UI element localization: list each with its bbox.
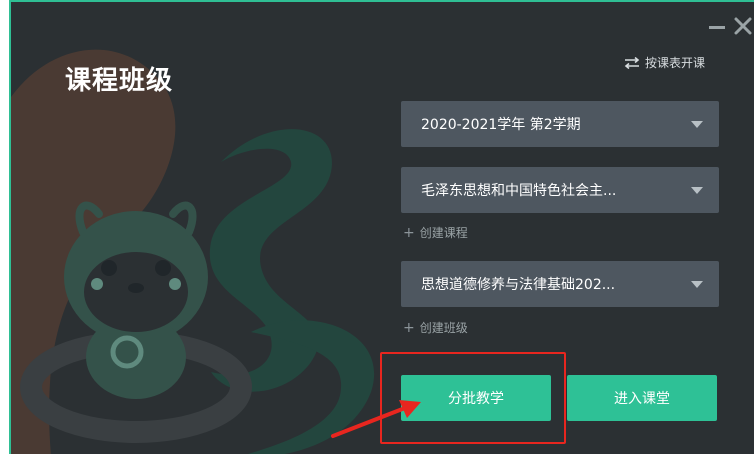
page-title: 课程班级: [65, 66, 174, 96]
plus-icon: +: [403, 319, 415, 336]
class-select[interactable]: 思想道德修养与法律基础202...: [401, 261, 719, 307]
switch-link-label: 按课表开课: [645, 56, 706, 70]
class-select-value: 思想道德修养与法律基础202...: [421, 277, 616, 293]
course-select-value: 毛泽东思想和中国特色社会主...: [421, 183, 617, 199]
course-class-dialog: 课程班级 按课表开课 2020-2021学年 第2学期 毛泽东思想和中国特色社会…: [9, 0, 754, 454]
switch-by-timetable-link[interactable]: 按课表开课: [624, 54, 705, 71]
chevron-down-icon: [691, 187, 703, 194]
enter-classroom-button[interactable]: 进入课堂: [567, 375, 717, 421]
close-icon: [734, 17, 752, 35]
create-course-label: 创建课程: [419, 226, 468, 240]
plus-icon: +: [403, 224, 415, 241]
create-course-link[interactable]: + 创建课程: [403, 224, 468, 241]
term-select-value: 2020-2021学年 第2学期: [421, 117, 581, 133]
swap-arrows-icon: [624, 56, 640, 69]
chevron-down-icon: [691, 281, 703, 288]
course-select[interactable]: 毛泽东思想和中国特色社会主...: [401, 167, 719, 213]
create-class-label: 创建班级: [419, 321, 468, 335]
minimize-button[interactable]: [707, 16, 729, 38]
minimize-icon: [709, 26, 725, 29]
create-class-link[interactable]: + 创建班级: [403, 319, 468, 336]
annotation-arrow: [331, 400, 421, 438]
close-button[interactable]: [733, 16, 754, 38]
term-select[interactable]: 2020-2021学年 第2学期: [401, 101, 719, 147]
chevron-down-icon: [691, 121, 703, 128]
